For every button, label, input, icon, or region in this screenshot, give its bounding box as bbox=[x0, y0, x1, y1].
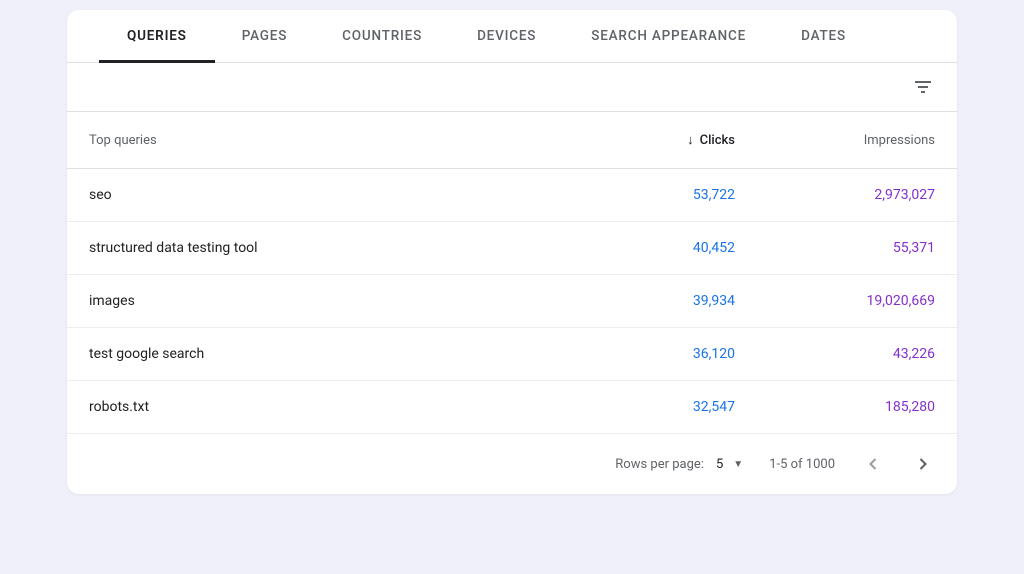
rows-per-page-label: Rows per page: bbox=[615, 457, 704, 472]
tab-dates[interactable]: DATES bbox=[801, 28, 846, 62]
tab-search-appearance[interactable]: SEARCH APPEARANCE bbox=[591, 28, 746, 62]
header-clicks-label: Clicks bbox=[700, 133, 735, 148]
cell-clicks: 40,452 bbox=[575, 240, 735, 256]
prev-page-button[interactable] bbox=[861, 452, 885, 476]
table-row[interactable]: seo 53,722 2,973,027 bbox=[67, 169, 957, 222]
rows-per-page: Rows per page: 5 ▼ bbox=[615, 457, 743, 472]
cell-query: structured data testing tool bbox=[89, 240, 575, 256]
table-row[interactable]: images 39,934 19,020,669 bbox=[67, 275, 957, 328]
table-header: Top queries ↓ Clicks Impressions bbox=[67, 112, 957, 169]
cell-query: seo bbox=[89, 187, 575, 203]
pagination-footer: Rows per page: 5 ▼ 1-5 of 1000 bbox=[67, 434, 957, 494]
cell-impressions: 19,020,669 bbox=[735, 293, 935, 309]
sort-desc-icon: ↓ bbox=[687, 132, 694, 148]
page-range: 1-5 of 1000 bbox=[769, 457, 835, 472]
filter-icon[interactable] bbox=[911, 75, 935, 99]
cell-impressions: 55,371 bbox=[735, 240, 935, 256]
header-clicks[interactable]: ↓ Clicks bbox=[575, 132, 735, 148]
rows-per-page-value: 5 bbox=[716, 457, 723, 472]
cell-impressions: 43,226 bbox=[735, 346, 935, 362]
tab-pages[interactable]: PAGES bbox=[242, 28, 287, 62]
performance-card: QUERIES PAGES COUNTRIES DEVICES SEARCH A… bbox=[67, 10, 957, 494]
cell-query: images bbox=[89, 293, 575, 309]
table-row[interactable]: robots.txt 32,547 185,280 bbox=[67, 381, 957, 434]
tab-queries[interactable]: QUERIES bbox=[127, 28, 187, 62]
header-query[interactable]: Top queries bbox=[89, 133, 575, 148]
cell-clicks: 53,722 bbox=[575, 187, 735, 203]
tab-countries[interactable]: COUNTRIES bbox=[342, 28, 422, 62]
table-row[interactable]: structured data testing tool 40,452 55,3… bbox=[67, 222, 957, 275]
cell-clicks: 36,120 bbox=[575, 346, 735, 362]
cell-query: test google search bbox=[89, 346, 575, 362]
rows-per-page-select[interactable]: 5 ▼ bbox=[716, 457, 743, 472]
cell-clicks: 39,934 bbox=[575, 293, 735, 309]
cell-query: robots.txt bbox=[89, 399, 575, 415]
cell-impressions: 185,280 bbox=[735, 399, 935, 415]
tab-devices[interactable]: DEVICES bbox=[477, 28, 536, 62]
filter-bar bbox=[67, 63, 957, 112]
header-impressions[interactable]: Impressions bbox=[735, 133, 935, 148]
tabs-bar: QUERIES PAGES COUNTRIES DEVICES SEARCH A… bbox=[67, 10, 957, 63]
table-row[interactable]: test google search 36,120 43,226 bbox=[67, 328, 957, 381]
cell-clicks: 32,547 bbox=[575, 399, 735, 415]
next-page-button[interactable] bbox=[911, 452, 935, 476]
caret-down-icon: ▼ bbox=[733, 459, 743, 470]
cell-impressions: 2,973,027 bbox=[735, 187, 935, 203]
